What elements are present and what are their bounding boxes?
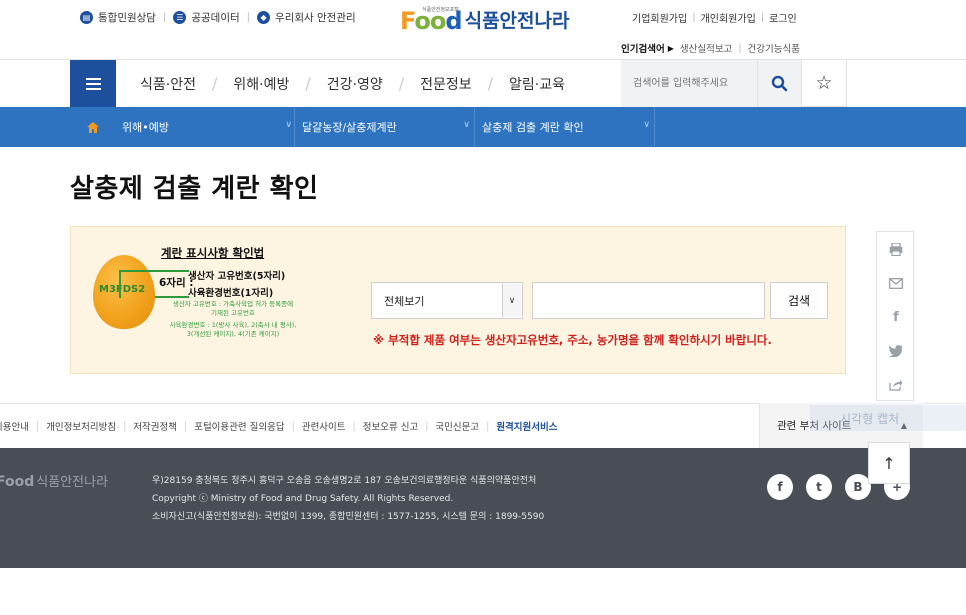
egg-code: M3FDS2 <box>99 284 146 295</box>
site-footer: Food 식품안전나라 우)28159 충청북도 청주시 흥덕구 오송읍 오송생… <box>0 448 966 568</box>
breadcrumb-level-3[interactable]: 살충제 검출 계란 확인 ∨ <box>482 107 656 147</box>
shield-icon: ◆ <box>257 11 271 24</box>
print-icon[interactable] <box>877 232 915 266</box>
twitter-icon[interactable]: t <box>806 474 832 500</box>
account-links: 기업회원가입 | 개인회원가입 | 로그인 <box>632 10 797 25</box>
guide-title: 계란 표시사항 확인법 <box>161 246 265 260</box>
utility-link-safety[interactable]: ◆ 우리회사 안전관리 <box>257 10 356 25</box>
main-navigation: 식품·안전 / 위해·예방 / 건강·영양 / 전문정보 / 알림·교육 ☆ <box>0 59 966 107</box>
star-icon[interactable]: ☆ <box>801 60 847 107</box>
home-icon[interactable] <box>70 107 116 147</box>
chevron-down-icon: ∨ <box>502 284 521 317</box>
footer-info: 우)28159 충청북도 청주시 흥덕구 오송읍 오송생명2로 187 오송보건… <box>152 472 544 526</box>
nav-item-notice[interactable]: 알림·교육 <box>505 74 569 94</box>
guide-producer: 생산자 고유번호(5자리) <box>188 271 286 282</box>
capture-overlay: 시각형 캡처 <box>810 405 966 431</box>
document-icon: ▤ <box>80 11 93 24</box>
list-icon: ☰ <box>173 11 187 24</box>
popular-keyword[interactable]: 생산실적보고 <box>680 41 732 55</box>
footer-link[interactable]: 국민신문고 <box>435 419 479 433</box>
chevron-down-icon: ∨ <box>285 120 292 130</box>
top-utility-bar: ▤ 통합민원상담 | ☰ 공공데이터 | ◆ 우리회사 안전관리 식품안전정보포… <box>0 0 966 60</box>
footer-address: 우)28159 충청북도 청주시 흥덕구 오송읍 오송생명2로 187 오송보건… <box>152 476 537 486</box>
footer-logo: Food 식품안전나라 <box>0 474 109 490</box>
footer-link[interactable]: 정보오류 신고 <box>363 419 418 433</box>
footer-link[interactable]: 저작권정책 <box>133 419 177 433</box>
site-logo[interactable]: 식품안전정보포털 Food 식품안전나라 <box>400 7 570 34</box>
nav-item-hazard[interactable]: 위해·예방 <box>229 74 293 94</box>
play-icon: ▶ <box>667 43 674 53</box>
warning-notice: ※ 부적합 제품 여부는 생산자고유번호, 주소, 농가명을 함께 확인하시기 … <box>373 333 772 347</box>
twitter-icon[interactable] <box>877 334 915 368</box>
chevron-down-icon: ∨ <box>463 120 470 130</box>
login-link[interactable]: 로그인 <box>769 10 797 25</box>
nav-item-food-safety[interactable]: 식품·안전 <box>136 74 200 94</box>
utility-links: ▤ 통합민원상담 | ☰ 공공데이터 | ◆ 우리회사 안전관리 <box>80 10 356 25</box>
menu-icon[interactable] <box>70 60 116 107</box>
share-icon[interactable] <box>877 368 915 402</box>
popular-keyword[interactable]: 건강기능식품 <box>748 41 800 55</box>
breadcrumb-level-1[interactable]: 위해•예방 ∨ <box>122 107 298 147</box>
page-title: 살충제 검출 계란 확인 <box>70 174 319 204</box>
guide-farm: 사육환경번호(1자리) <box>188 288 274 299</box>
breadcrumb-level-2[interactable]: 달걀농장/살충제계란 ∨ <box>302 107 476 147</box>
corporate-signup-link[interactable]: 기업회원가입 <box>632 10 687 25</box>
egg-check-panel: M3FDS2 계란 표시사항 확인법 6자리 : 생산자 고유번호(5자리) 사… <box>70 226 846 374</box>
popular-keywords: 인기검색어 ▶ 생산실적보고 | 건강기능식품 <box>621 41 800 56</box>
facebook-icon[interactable]: f <box>877 300 915 334</box>
utility-link-opendata[interactable]: ☰ 공공데이터 <box>173 10 240 25</box>
main-menu: 식품·안전 / 위해·예방 / 건강·영양 / 전문정보 / 알림·교육 <box>136 60 569 107</box>
breadcrumb: 위해•예방 ∨ 달걀농장/살충제계란 ∨ 살충제 검출 계란 확인 ∨ <box>0 107 966 147</box>
footer-link[interactable]: 관련사이트 <box>302 419 346 433</box>
remote-support-link[interactable]: 원격지원서비스 <box>496 419 557 433</box>
search-button[interactable]: 검색 <box>770 282 828 319</box>
guide-producer-note: 생산자 고유번호 : 가축사육업 허가 등록증에 기재된 고유번호 <box>172 300 294 317</box>
footer-link[interactable]: 이용안내 <box>0 419 29 433</box>
utility-link-civil[interactable]: ▤ 통합민원상담 <box>80 10 156 25</box>
mail-icon[interactable] <box>877 266 915 300</box>
side-tools: f <box>876 231 914 401</box>
search-icon[interactable] <box>757 60 801 107</box>
footer-link[interactable]: 개인정보처리방침 <box>46 419 116 433</box>
back-to-top-button[interactable]: ↑ <box>868 442 910 484</box>
nav-item-expert[interactable]: 전문정보 <box>416 74 476 94</box>
logo-name: 식품안전나라 <box>464 10 570 32</box>
search-input[interactable] <box>621 60 757 107</box>
personal-signup-link[interactable]: 개인회원가입 <box>701 10 756 25</box>
guide-farm-note: 사육환경번호 : 1(방사 사육), 2(축사 내 평사), 3(개선된 케이지… <box>169 321 297 338</box>
chevron-down-icon: ∨ <box>643 120 650 130</box>
facebook-icon[interactable]: f <box>767 474 793 500</box>
nav-item-health[interactable]: 건강·영양 <box>323 74 387 94</box>
footer-link[interactable]: 포털이용관련 질의응답 <box>194 419 284 433</box>
category-select[interactable]: 전체보기 ∨ <box>371 282 523 319</box>
footer-contact: 소비자신고(식품안전정보원): 국번없이 1399, 종합민원센터 : 1577… <box>152 512 545 522</box>
egg-search-input[interactable] <box>532 282 765 319</box>
footer-copyright: Copyright ⓒ Ministry of Food and Drug Sa… <box>152 494 454 504</box>
